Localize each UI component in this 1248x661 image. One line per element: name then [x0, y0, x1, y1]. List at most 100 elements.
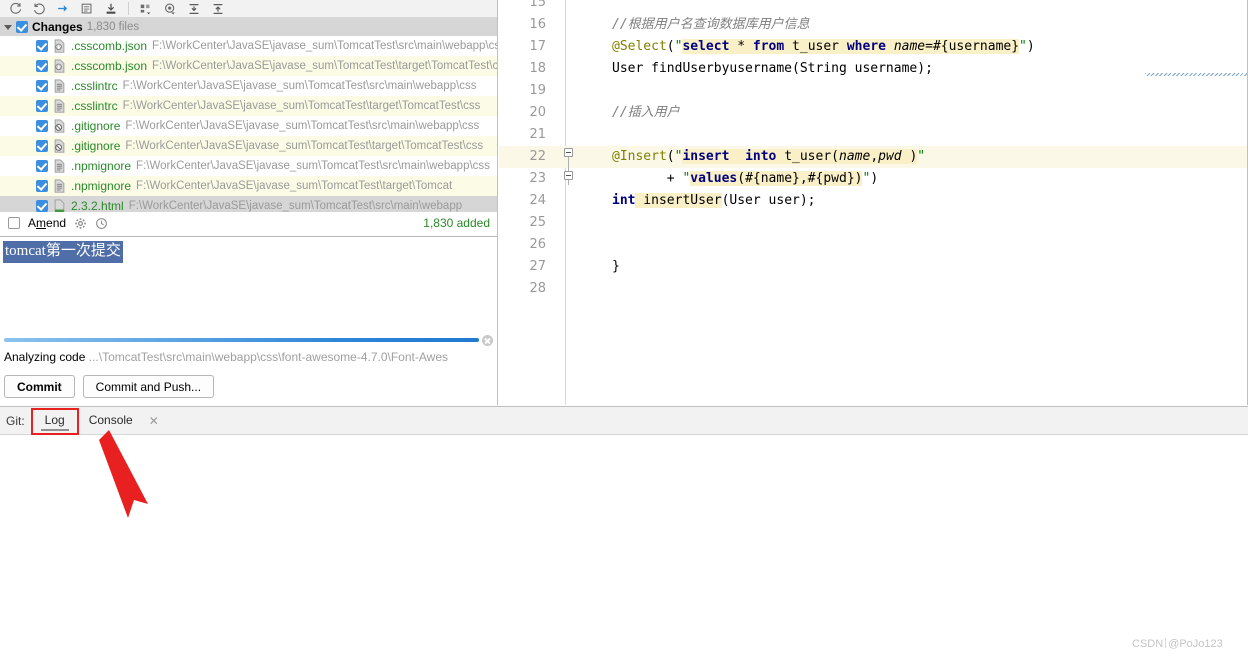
- file-row[interactable]: {} .csscomb.json F:\WorkCenter\JavaSE\java…: [0, 36, 497, 56]
- amend-checkbox[interactable]: [8, 217, 20, 229]
- commit-settings-gear-icon[interactable]: [74, 217, 87, 230]
- file-name: .csscomb.json: [71, 39, 148, 53]
- file-checkbox[interactable]: [36, 60, 48, 72]
- text-file-icon: [53, 159, 66, 173]
- editor-line[interactable]: 26: [499, 234, 1248, 256]
- close-icon[interactable]: ✕: [149, 414, 159, 428]
- gitignore-file-icon: [53, 119, 66, 133]
- changes-count: 1,830 files: [86, 21, 140, 33]
- line-number: 28: [529, 281, 546, 296]
- text-file-icon: [53, 99, 66, 113]
- file-checkbox[interactable]: [36, 100, 48, 112]
- commit-toolbar: [0, 0, 497, 18]
- file-row[interactable]: .npmignore F:\WorkCenter\JavaSE\javase_su…: [0, 176, 497, 196]
- editor-line[interactable]: 25: [499, 212, 1248, 234]
- editor-line[interactable]: 17 @Select("select * from t_user where na…: [499, 36, 1248, 58]
- file-path: F:\WorkCenter\JavaSE\javase_sum\TomcatTe…: [125, 140, 484, 152]
- update-icon[interactable]: [100, 1, 122, 17]
- file-checkbox[interactable]: [36, 40, 48, 52]
- editor-line[interactable]: 22 @Insert("insert into t_user(name,pwd )…: [499, 146, 1248, 168]
- editor-line[interactable]: 15: [499, 0, 1248, 14]
- file-row[interactable]: .csslintrc F:\WorkCenter\JavaSE\javase_su…: [0, 96, 497, 116]
- amend-label: Amend: [28, 216, 67, 230]
- file-path: F:\WorkCenter\JavaSE\javase_sum\TomcatTe…: [152, 60, 497, 72]
- line-number: 22: [529, 149, 546, 164]
- commit-button[interactable]: Commit: [4, 375, 75, 398]
- line-number: 21: [529, 127, 546, 142]
- fold-marker-22[interactable]: [564, 148, 573, 157]
- editor-line[interactable]: 19: [499, 80, 1248, 102]
- group-by-icon[interactable]: [135, 1, 157, 17]
- gitignore-file-icon: [53, 139, 66, 153]
- file-row[interactable]: .csslintrc F:\WorkCenter\JavaSE\javase_su…: [0, 76, 497, 96]
- editor-line[interactable]: 24 int insertUser(User user);: [499, 190, 1248, 212]
- expand-all-icon[interactable]: [183, 1, 205, 17]
- commit-button-row: Commit Commit and Push...: [4, 375, 215, 398]
- commit-message-text: tomcat第一次提交: [3, 241, 123, 263]
- commit-message-field[interactable]: tomcat第一次提交: [0, 236, 497, 331]
- line-number: 24: [529, 193, 546, 208]
- amend-bar: Amend 1,830 added: [0, 212, 497, 234]
- line-number: 15: [529, 0, 546, 10]
- file-checkbox[interactable]: [36, 140, 48, 152]
- file-path: F:\WorkCenter\JavaSE\javase_sum\TomcatTe…: [128, 200, 463, 212]
- editor-line[interactable]: 18 User findUserbyusername(String usernam…: [499, 58, 1248, 80]
- line-content: @Insert("insert into t_user(name,pwd )": [612, 149, 926, 164]
- file-name: .npmignore: [71, 159, 132, 173]
- refresh-icon[interactable]: [4, 1, 26, 17]
- tab-log[interactable]: Log: [35, 409, 75, 432]
- added-count: 1,830 added: [423, 216, 490, 230]
- chevron-down-icon[interactable]: [3, 23, 12, 32]
- progress-status-line: Analyzing code ...\TomcatTest\src\main\w…: [4, 350, 497, 364]
- file-name: .csslintrc: [71, 79, 118, 93]
- line-content: @Select("select * from t_user where name…: [612, 39, 1035, 54]
- editor-line[interactable]: 28: [499, 278, 1248, 300]
- code-editor[interactable]: 15 16 //根据用户名查询数据库用户信息 17 @Select("select * …: [499, 0, 1248, 405]
- changes-label: Changes: [32, 20, 83, 34]
- file-row[interactable]: .gitignore F:\WorkCenter\JavaSE\javase_su…: [0, 136, 497, 156]
- tab-console[interactable]: Console: [79, 409, 143, 432]
- file-checkbox[interactable]: [36, 200, 48, 212]
- file-path: F:\WorkCenter\JavaSE\javase_sum\TomcatTe…: [136, 160, 490, 172]
- git-tab-bar: Git: Log Console ✕: [0, 407, 1248, 435]
- changes-checkbox[interactable]: [16, 21, 28, 33]
- file-checkbox[interactable]: [36, 80, 48, 92]
- editor-line[interactable]: 23 + "values(#{name},#{pwd})"): [499, 168, 1248, 190]
- file-name: .gitignore: [71, 139, 121, 153]
- fold-marker-23[interactable]: [564, 171, 573, 180]
- file-name: .csscomb.json: [71, 59, 148, 73]
- editor-line[interactable]: 20 //插入用户: [499, 102, 1248, 124]
- file-path: F:\WorkCenter\JavaSE\javase_sum\TomcatTe…: [125, 120, 480, 132]
- file-checkbox[interactable]: [36, 180, 48, 192]
- commit-history-clock-icon[interactable]: [95, 217, 108, 230]
- diff-icon[interactable]: [76, 1, 98, 17]
- line-number: 18: [529, 61, 546, 76]
- editor-line[interactable]: 21: [499, 124, 1248, 146]
- line-number: 20: [529, 105, 546, 120]
- collapse-all-icon[interactable]: [207, 1, 229, 17]
- file-checkbox[interactable]: [36, 160, 48, 172]
- watermark-left: CSDN: [1132, 638, 1164, 650]
- file-row[interactable]: {} .csscomb.json F:\WorkCenter\JavaSE\java…: [0, 56, 497, 76]
- file-path: F:\WorkCenter\JavaSE\javase_sum\TomcatTe…: [152, 40, 497, 52]
- file-row[interactable]: .gitignore F:\WorkCenter\JavaSE\javase_su…: [0, 116, 497, 136]
- git-tool-window: Git: Log Console ✕: [0, 406, 1248, 661]
- cancel-progress-icon[interactable]: [482, 334, 493, 346]
- analyzing-progress-bar: [4, 338, 479, 342]
- file-row[interactable]: .npmignore F:\WorkCenter\JavaSE\javase_su…: [0, 156, 497, 176]
- push-icon[interactable]: [52, 1, 74, 17]
- fold-region-line: [568, 155, 569, 185]
- eye-icon[interactable]: [159, 1, 181, 17]
- revert-icon[interactable]: [28, 1, 50, 17]
- editor-line[interactable]: 27}: [499, 256, 1248, 278]
- file-checkbox[interactable]: [36, 120, 48, 132]
- ide-window: Changes 1,830 files {} .csscomb.json F:\Wo…: [0, 0, 1248, 661]
- progress-action: Analyzing code: [4, 350, 86, 364]
- changed-files-list[interactable]: {} .csscomb.json F:\WorkCenter\JavaSE\java…: [0, 36, 497, 216]
- line-number: 27: [529, 259, 546, 274]
- editor-line[interactable]: 16 //根据用户名查询数据库用户信息: [499, 14, 1248, 36]
- changes-group-header[interactable]: Changes 1,830 files: [0, 18, 497, 36]
- watermark-right: @PoJo123: [1168, 638, 1223, 650]
- line-content: int insertUser(User user);: [612, 193, 816, 208]
- commit-and-push-button[interactable]: Commit and Push...: [82, 375, 215, 398]
